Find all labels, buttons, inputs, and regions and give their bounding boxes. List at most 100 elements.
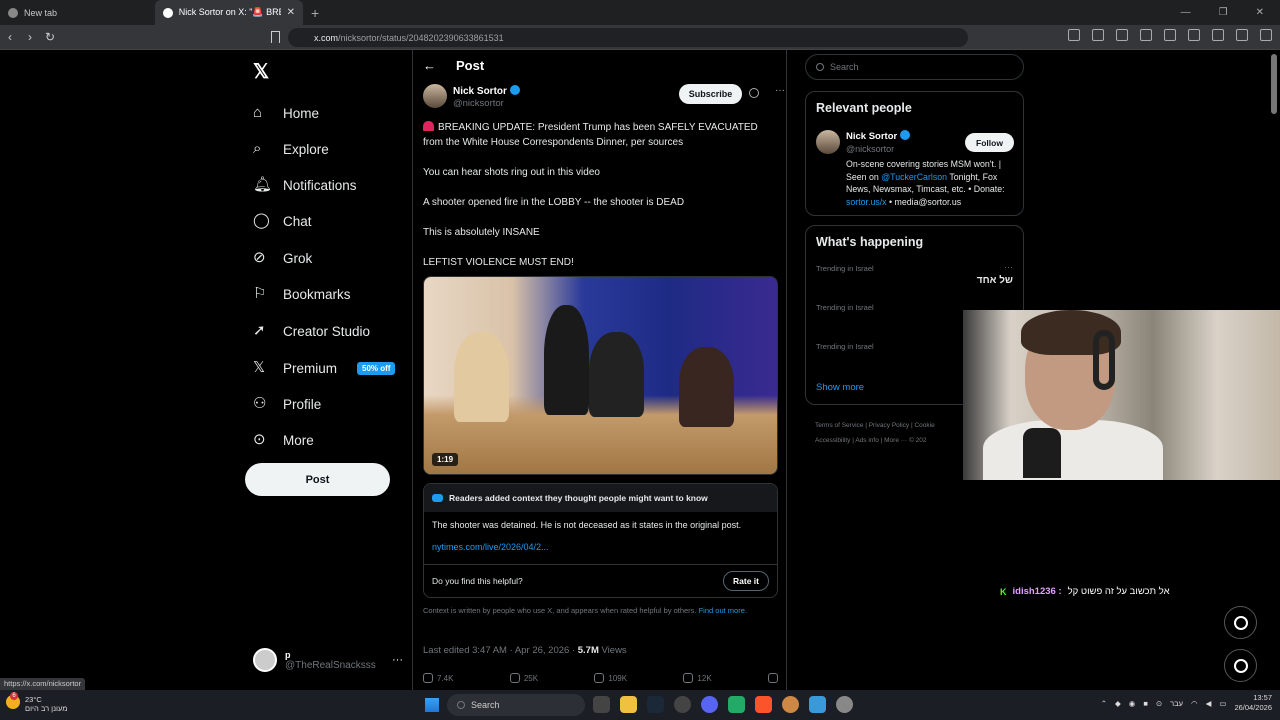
tray-icon[interactable]: ◆ [1115, 699, 1121, 708]
tray-icon[interactable]: ⊙ [1156, 699, 1162, 708]
steam-icon[interactable] [647, 696, 664, 713]
downloads-icon[interactable] [1116, 29, 1128, 41]
url-bar[interactable]: x.com/nicksortor/status/2048202390633861… [288, 28, 968, 47]
app-icon[interactable] [728, 696, 745, 713]
nav-item-profile[interactable]: ⚇ Profile [253, 396, 321, 412]
bookmark-page-icon[interactable] [271, 31, 280, 43]
wifi-icon[interactable]: ◠ [1191, 699, 1198, 708]
like-button[interactable]: 109K [594, 673, 627, 683]
grok-icon[interactable] [749, 88, 759, 98]
follow-button[interactable]: Follow [965, 133, 1014, 152]
tab-active-post[interactable]: Nick Sortor on X: "🚨 BREAKING ✕ [155, 0, 303, 25]
close-tab-icon[interactable]: ✕ [287, 7, 295, 18]
tab-new-tab[interactable]: New tab [0, 0, 155, 25]
tray-icon[interactable]: ◉ [1129, 699, 1136, 708]
edited-timestamp[interactable]: Last edited 3:47 AM · Apr 26, 2026 · [423, 645, 575, 656]
bio-text: • media@sortor.us [886, 196, 962, 207]
bio-url-link[interactable]: sortor.us/x [846, 197, 887, 207]
nav-item-more[interactable]: ⊙ More [253, 432, 314, 448]
relevant-people-card: Relevant people Nick Sortor @nicksortor … [805, 91, 1024, 216]
trend-context[interactable]: Trending in Israel [816, 342, 874, 351]
windows-start-icon[interactable] [425, 698, 439, 712]
extensions-icon[interactable] [1068, 29, 1080, 41]
find-out-more-link[interactable]: Find out more. [699, 606, 747, 615]
settings-icon[interactable] [836, 696, 853, 713]
app-icon[interactable] [809, 696, 826, 713]
video-player[interactable]: 1:19 [423, 276, 778, 475]
avatar[interactable] [423, 84, 447, 108]
search-input[interactable]: Search [805, 54, 1024, 80]
minimize-icon[interactable]: — [1181, 7, 1191, 18]
vpn-icon[interactable] [1236, 29, 1248, 41]
show-more-link[interactable]: Show more [816, 382, 864, 393]
author-handle[interactable]: @nicksortor [453, 98, 504, 109]
more-dots-icon[interactable]: ··· [775, 85, 785, 96]
wallet-icon[interactable] [1188, 29, 1200, 41]
discord-icon[interactable] [701, 696, 718, 713]
scrollbar[interactable] [1271, 54, 1277, 114]
reply-button[interactable]: 7.4K [423, 673, 453, 683]
nav-item-home[interactable]: ⌂ Home [253, 105, 319, 121]
post-button[interactable]: Post [245, 463, 390, 496]
share-button[interactable] [768, 673, 778, 683]
taskbar-search[interactable]: Search [447, 694, 585, 716]
repost-button[interactable]: 25K [509, 673, 539, 683]
search-icon: ⌕ [253, 140, 262, 157]
rocket-icon: ➚ [253, 322, 266, 339]
weather-widget[interactable]: 6 23°C מעונן רב היום [6, 692, 67, 713]
nav-item-grok[interactable]: ⊘ Grok [253, 250, 312, 266]
back-icon[interactable]: ‹ [0, 30, 20, 44]
language-indicator[interactable]: עבר [1170, 699, 1183, 708]
person-handle[interactable]: @nicksortor [846, 144, 894, 154]
tab-search-icon[interactable] [1092, 29, 1104, 41]
rate-it-button[interactable]: Rate it [723, 571, 769, 591]
nav-item-creator-studio[interactable]: ➚ Creator Studio [253, 323, 370, 339]
media-icon[interactable] [1140, 29, 1152, 41]
nav-item-bookmarks[interactable]: ⚐ Bookmarks [253, 286, 351, 302]
trend-context[interactable]: Trending in Israel [816, 303, 874, 312]
more-dots-icon[interactable]: ··· [392, 654, 403, 666]
community-note-link[interactable]: nytimes.com/live/2026/04/2... [432, 542, 769, 552]
person-name[interactable]: Nick Sortor [846, 130, 911, 142]
tray-icon[interactable]: ■ [1143, 699, 1148, 708]
grok-fab[interactable] [1224, 606, 1257, 639]
close-window-icon[interactable]: ✕ [1256, 7, 1264, 18]
account-switcher[interactable]: p @TheRealSnacksss ··· [253, 648, 403, 672]
nav-item-chat[interactable]: ◯ Chat [253, 213, 312, 229]
video-figure [544, 305, 589, 415]
nav-item-explore[interactable]: ⌕ Explore [253, 141, 329, 157]
reload-icon[interactable]: ↻ [40, 30, 60, 44]
chat-fab[interactable] [1224, 649, 1257, 682]
trend-context[interactable]: Trending in Israel [816, 264, 874, 273]
sidebar-icon[interactable] [1164, 29, 1176, 41]
maximize-icon[interactable]: ❐ [1219, 7, 1228, 18]
file-explorer-icon[interactable] [620, 696, 637, 713]
task-view-icon[interactable] [593, 696, 610, 713]
github-icon[interactable] [674, 696, 691, 713]
subscribe-button[interactable]: Subscribe [679, 84, 742, 104]
nav-item-notifications[interactable]: 🔔︎ Notifications [253, 177, 357, 193]
menu-icon[interactable] [1260, 29, 1272, 41]
repost-count: 25K [523, 673, 539, 683]
video-figure [589, 332, 644, 417]
bookmark-button[interactable]: 12K [683, 673, 712, 683]
back-arrow-icon[interactable]: ← [423, 58, 436, 73]
chevron-up-icon[interactable]: ⌃ [1101, 699, 1107, 708]
x-logo-icon[interactable]: 𝕏 [253, 59, 269, 84]
clock[interactable]: 13:57 26/04/2026 [1234, 693, 1272, 713]
new-tab-button[interactable]: + [311, 5, 319, 21]
battery-icon[interactable]: ▭ [1219, 699, 1226, 708]
app-icon[interactable] [782, 696, 799, 713]
brave-icon[interactable] [755, 696, 772, 713]
trend-name[interactable]: של אחד [977, 275, 1013, 286]
nav-item-label: Profile [283, 396, 322, 412]
leo-icon[interactable] [1212, 29, 1224, 41]
more-dots-icon[interactable]: ··· [1004, 262, 1013, 272]
person-bio: On-scene covering stories MSM won't. | S… [846, 158, 1018, 208]
avatar[interactable] [816, 130, 840, 154]
volume-icon[interactable]: ◀ [1206, 699, 1212, 708]
nav-item-premium[interactable]: 𝕏 Premium 50% off [253, 360, 396, 376]
forward-icon[interactable]: › [20, 30, 40, 44]
author-name[interactable]: Nick Sortor [453, 85, 520, 97]
bio-mention-link[interactable]: @TuckerCarlson [881, 172, 947, 182]
